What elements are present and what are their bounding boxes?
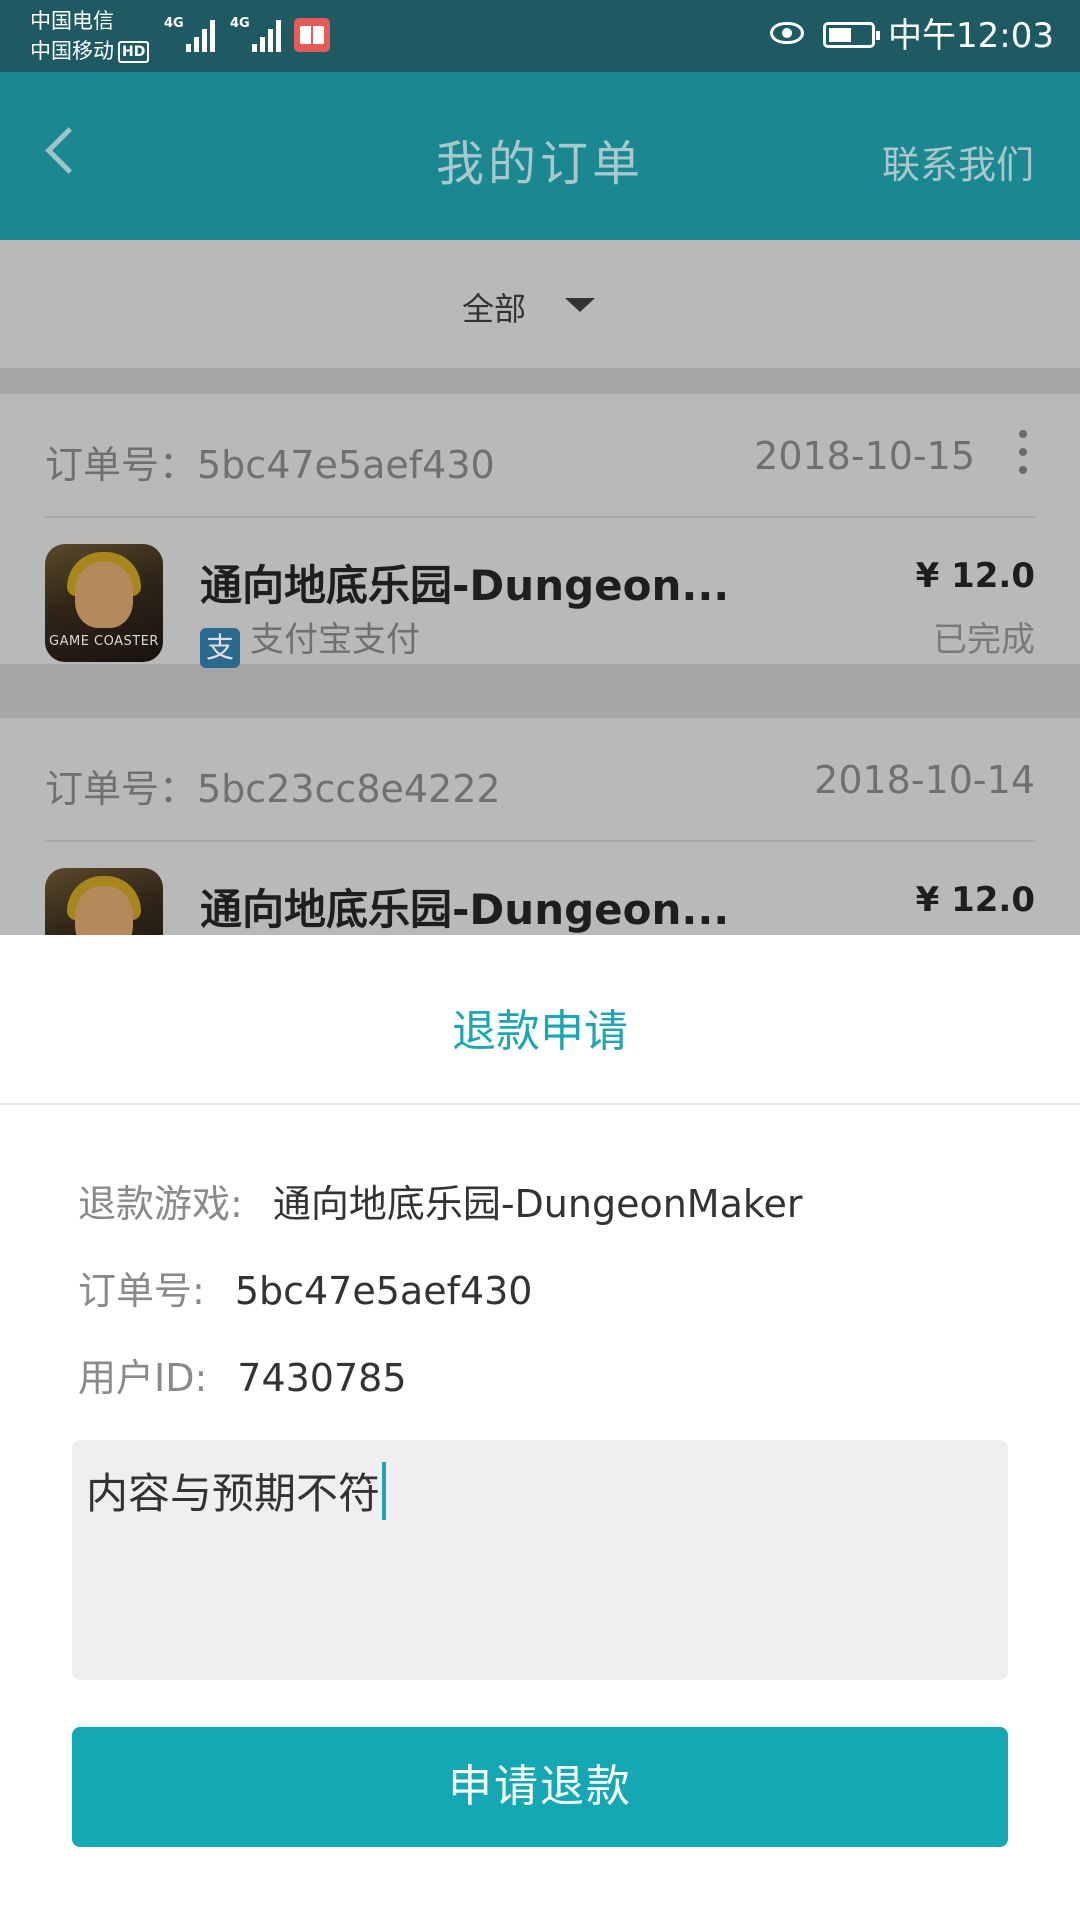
caret-down-icon (565, 298, 595, 312)
game-name: 通向地底乐园-Dungeon... (200, 561, 730, 610)
hd-badge: HD (118, 41, 150, 63)
clock: 中午12:03 (888, 16, 1054, 56)
battery-icon (823, 22, 880, 48)
contact-us-link[interactable]: 联系我们 (882, 134, 1034, 189)
refund-reason-text: 内容与预期不符 (86, 1469, 381, 1518)
order-status: 已完成 (933, 620, 1035, 660)
divider (0, 1103, 1080, 1105)
user-id-value: 7430785 (237, 1356, 407, 1400)
order-header: 订单号：5bc23cc8e4222 2018-10-14 (45, 718, 1035, 842)
payment-method: 支支付宝支付 (200, 612, 420, 668)
carrier-info: 中国电信 中国移动 HD (30, 6, 150, 66)
order-number-label: 订单号: (78, 1269, 205, 1313)
app-bar: 我的订单 联系我们 (0, 72, 1080, 240)
order-date: 2018-10-15 (754, 434, 975, 478)
order-number: 订单号：5bc47e5aef430 (45, 443, 495, 487)
refund-game-label: 退款游戏: (78, 1182, 243, 1226)
order-header: 订单号：5bc47e5aef430 2018-10-15 (45, 394, 1035, 518)
book-app-icon (294, 18, 330, 52)
refund-reason-input[interactable]: 内容与预期不符 (72, 1440, 1008, 1680)
screen: 中国电信 中国移动 HD 4G 4G 中午12:03 我的订单 联系我们 全部 … (0, 0, 1080, 1920)
signal-bars-icon (186, 18, 220, 52)
refund-sheet: 退款申请 退款游戏: 通向地底乐园-DungeonMaker 订单号: 5bc47e… (0, 935, 1080, 1920)
order-card[interactable]: 订单号：5bc23cc8e4222 2018-10-14 通向地底乐园-Dung… (0, 718, 1080, 935)
network-type-2: 4G (230, 16, 250, 31)
order-list: 订单号：5bc47e5aef430 2018-10-15 GAME COASTE… (0, 368, 1080, 935)
user-id-label: 用户ID: (78, 1356, 208, 1400)
network-type-1: 4G (164, 16, 184, 31)
user-id-row: 用户ID: 7430785 (78, 1347, 407, 1402)
carrier-2: 中国移动 (30, 39, 114, 63)
status-bar: 中国电信 中国移动 HD 4G 4G 中午12:03 (0, 0, 1080, 72)
carrier-1: 中国电信 (30, 9, 114, 33)
order-price: ¥ 12.0 (915, 880, 1035, 920)
order-date: 2018-10-14 (814, 758, 1035, 802)
order-number: 订单号：5bc23cc8e4222 (45, 767, 501, 811)
sheet-title: 退款申请 (452, 1006, 628, 1057)
payment-method-label: 支付宝支付 (250, 620, 420, 660)
refund-game-row: 退款游戏: 通向地底乐园-DungeonMaker (78, 1173, 803, 1228)
game-icon-caption: GAME COASTER (49, 634, 159, 649)
signal-bars-icon (252, 18, 286, 52)
game-name: 通向地底乐园-Dungeon... (200, 885, 730, 934)
more-options-icon[interactable] (1019, 430, 1027, 474)
order-number-value: 5bc47e5aef430 (234, 1269, 533, 1313)
order-price: ¥ 12.0 (915, 556, 1035, 596)
alipay-icon: 支 (200, 628, 240, 668)
game-icon (45, 868, 163, 935)
filter-selected-label: 全部 (462, 290, 527, 328)
order-card[interactable]: 订单号：5bc47e5aef430 2018-10-15 GAME COASTE… (0, 394, 1080, 668)
text-cursor (382, 1462, 387, 1520)
carrier-2-row: 中国移动 HD (30, 36, 150, 66)
submit-refund-button[interactable]: 申请退款 (72, 1727, 1008, 1847)
order-filter-dropdown[interactable]: 全部 (0, 240, 1080, 368)
order-number-row: 订单号: 5bc47e5aef430 (78, 1260, 533, 1315)
refund-game-value: 通向地底乐园-DungeonMaker (272, 1182, 803, 1226)
game-icon: GAME COASTER (45, 544, 163, 662)
eye-icon (770, 22, 804, 44)
